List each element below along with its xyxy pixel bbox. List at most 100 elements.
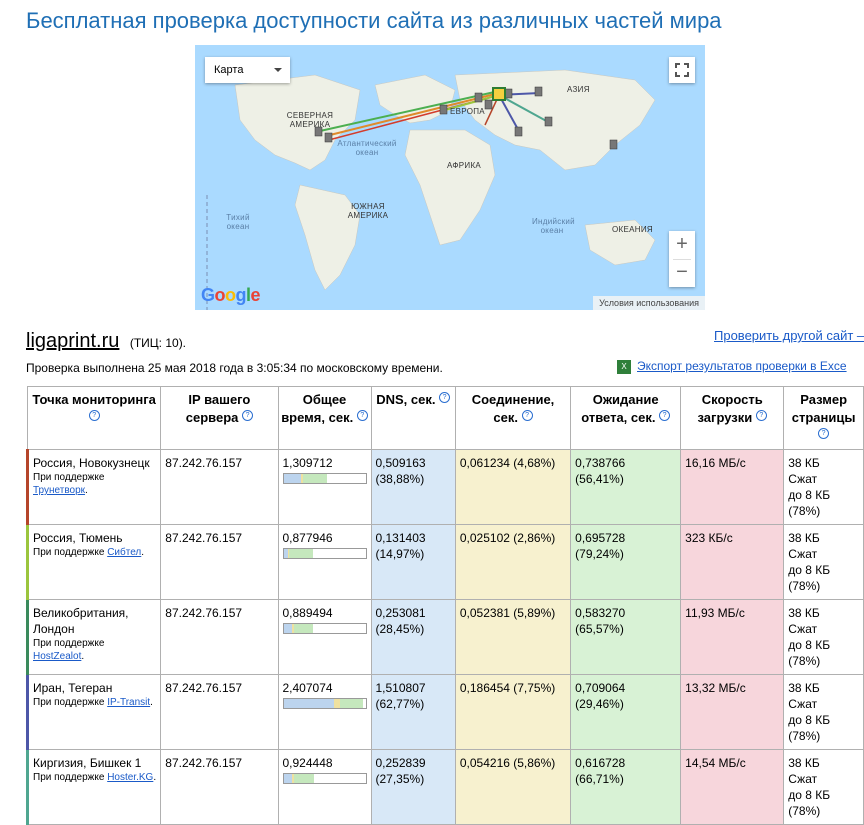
site-tic: (ТИЦ: 10). xyxy=(129,336,187,350)
header-wait-label: Ожидание ответа, сек. xyxy=(581,392,659,425)
timing-bar xyxy=(282,623,367,634)
help-icon[interactable]: ? xyxy=(439,391,451,403)
size-value: 38 КБ xyxy=(788,531,820,545)
size-compressed-to: до 8 КБ xyxy=(788,488,831,502)
header-speed-label: Скорость загрузки xyxy=(697,392,763,425)
export-excel-link[interactable]: Экспорт результатов проверки в Exce xyxy=(637,359,847,373)
fullscreen-icon xyxy=(675,63,689,77)
total-value: 0,889494 xyxy=(282,606,333,620)
sponsor: При поддержке HostZealot. xyxy=(33,638,105,662)
cell-size: 38 КБ Сжат до 8 КБ (78%) xyxy=(783,524,864,600)
wait-value: 0,695728 xyxy=(575,531,626,545)
header-connection-label: Соединение, сек. xyxy=(471,392,555,425)
header-ip-label: IP вашего сервера xyxy=(185,392,251,425)
wait-pct: (29,46%) xyxy=(575,697,624,711)
cell-ip: 87.242.76.157 xyxy=(160,674,279,750)
map-label-europe: ЕВРОПА xyxy=(450,107,485,116)
wait-pct: (79,24%) xyxy=(575,547,624,561)
cell-wait: 0,695728 (79,24%) xyxy=(570,524,682,600)
cell-size: 38 КБ Сжат до 8 КБ (78%) xyxy=(783,674,864,750)
dns-pct: (62,77%) xyxy=(375,697,425,711)
world-map[interactable]: СЕВЕРНАЯ АМЕРИКА ЕВРОПА АЗИЯ АФРИКА ЮЖНА… xyxy=(195,45,705,310)
size-compressed-to: до 8 КБ xyxy=(788,563,831,577)
zoom-in-button[interactable]: + xyxy=(669,231,695,259)
map-terms-link[interactable]: Условия использования xyxy=(593,296,705,310)
cell-size: 38 КБ Сжат до 8 КБ (78%) xyxy=(783,749,864,825)
cell-total: 2,407074 xyxy=(277,674,372,750)
size-compressed: Сжат xyxy=(788,472,818,486)
cell-connection: 0,052381 (5,89%) xyxy=(454,599,572,675)
dns-pct: (27,35%) xyxy=(375,772,425,786)
map-type-label: Карта xyxy=(214,64,244,76)
timing-bar-wait xyxy=(293,774,314,783)
cell-speed: 11,93 МБ/с xyxy=(680,599,785,675)
sponsor-link[interactable]: Hoster.KG xyxy=(107,772,153,783)
location-name: Россия, Новокузнецк xyxy=(33,456,150,470)
cell-connection: 0,025102 (2,86%) xyxy=(454,524,572,600)
wait-value: 0,616728 xyxy=(575,756,626,770)
export-excel[interactable]: X Экспорт результатов проверки в Exce xyxy=(617,359,847,374)
help-icon[interactable]: ? xyxy=(521,409,533,421)
sponsor-link[interactable]: HostZealot xyxy=(33,651,81,662)
location-name: Иран, Тегеран xyxy=(33,681,113,695)
timing-bar-wait xyxy=(302,474,327,483)
dns-value: 0,509163 xyxy=(375,456,426,470)
wait-pct: (56,41%) xyxy=(575,472,624,486)
google-logo[interactable]: Google xyxy=(201,285,261,306)
size-compressed-to: до 8 КБ xyxy=(788,713,831,727)
site-domain[interactable]: ligaprint.ru xyxy=(26,330,119,352)
header-total: Общее время, сек. ? xyxy=(277,386,372,450)
zoom-out-button[interactable]: − xyxy=(669,259,695,287)
map-type-select[interactable]: Карта xyxy=(205,57,290,83)
map-label-south-america: ЮЖНАЯ АМЕРИКА xyxy=(347,202,389,220)
sponsor: При поддержке IP-Transit. xyxy=(33,697,153,708)
size-compressed: Сжат xyxy=(788,547,818,561)
site-header: ligaprint.ru (ТИЦ: 10). xyxy=(26,330,186,353)
table-row: Киргизия, Бишкек 1 При поддержке Hoster.K… xyxy=(25,749,864,825)
cell-connection: 0,186454 (7,75%) xyxy=(454,674,572,750)
cell-size: 38 КБ Сжат до 8 КБ (78%) xyxy=(783,449,864,525)
size-value: 38 КБ xyxy=(788,681,820,695)
size-ratio: (78%) xyxy=(788,579,821,593)
help-icon[interactable]: ? xyxy=(818,427,830,439)
dns-value: 1,510807 xyxy=(375,681,426,695)
timing-bar-dns xyxy=(283,774,292,783)
table-header-row: Точка мониторинга ? IP вашего сервера ? … xyxy=(26,386,864,450)
timing-bar-dns xyxy=(283,474,301,483)
map-label-indian: Индийский океан xyxy=(532,217,575,235)
header-speed: Скорость загрузки ? xyxy=(680,386,785,450)
help-icon[interactable]: ? xyxy=(755,409,767,421)
table-row: Россия, Новокузнецк При поддержке Трунетв… xyxy=(25,449,864,525)
page-title: Бесплатная проверка доступности сайта из… xyxy=(26,8,722,33)
size-value: 38 КБ xyxy=(788,606,820,620)
chevron-down-icon xyxy=(274,68,282,72)
help-icon[interactable]: ? xyxy=(88,409,100,421)
map-label-africa: АФРИКА xyxy=(447,161,482,170)
wait-value: 0,738766 xyxy=(575,456,626,470)
sponsor-link[interactable]: IP-Transit xyxy=(107,697,150,708)
check-other-site-link[interactable]: Проверить другой сайт – xyxy=(714,328,864,343)
help-icon[interactable]: ? xyxy=(659,409,671,421)
timing-bar xyxy=(282,473,367,484)
excel-icon: X xyxy=(617,359,631,374)
size-ratio: (78%) xyxy=(788,504,821,518)
cell-wait: 0,616728 (66,71%) xyxy=(570,749,682,825)
cell-speed: 323 КБ/с xyxy=(680,524,785,600)
table-row: Великобритания, Лондон При поддержке Host… xyxy=(25,599,864,675)
timing-bar xyxy=(282,698,367,709)
cell-location: Великобритания, Лондон При поддержке Host… xyxy=(25,599,162,675)
fullscreen-button[interactable] xyxy=(669,57,695,83)
cell-total: 0,924448 xyxy=(277,749,372,825)
timing-bar xyxy=(282,773,367,784)
sponsor-link[interactable]: Трунетворк xyxy=(33,485,85,496)
help-icon[interactable]: ? xyxy=(242,409,254,421)
sponsor-prefix: При поддержке xyxy=(33,472,105,483)
size-compressed-to: до 8 КБ xyxy=(788,788,831,802)
help-icon[interactable]: ? xyxy=(356,409,368,421)
map-label-asia: АЗИЯ xyxy=(567,85,590,94)
header-location-label: Точка мониторинга xyxy=(32,392,156,407)
cell-wait: 0,738766 (56,41%) xyxy=(570,449,682,525)
cell-location: Киргизия, Бишкек 1 При поддержке Hoster.K… xyxy=(25,749,162,825)
table-row: Россия, Тюмень При поддержке Сибтел. 87.24… xyxy=(25,524,864,600)
sponsor-link[interactable]: Сибтел xyxy=(107,547,141,558)
